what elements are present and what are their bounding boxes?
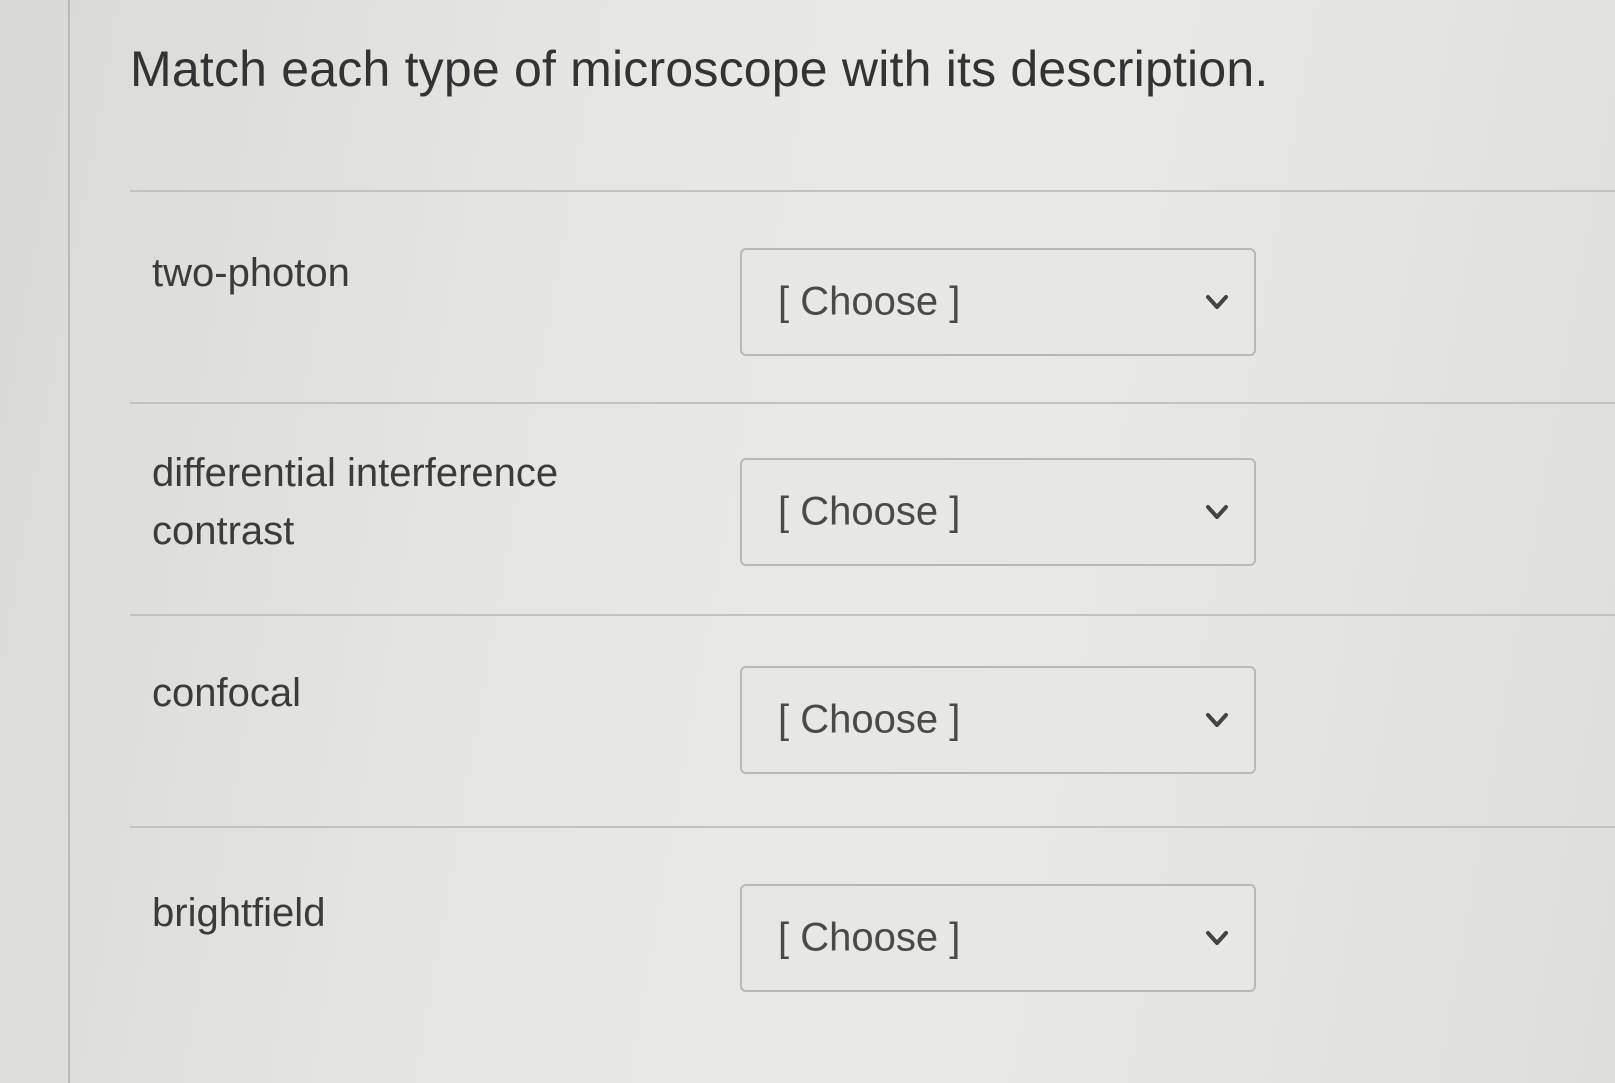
match-row-two-photon: two-photon [ Choose ] [140,190,1615,400]
match-row-dic: differential interference contrast [ Cho… [140,402,1615,612]
left-border [68,0,70,1083]
dropdown-value: [ Choose ] [778,279,961,324]
dropdown-value: [ Choose ] [778,697,961,742]
answer-dropdown[interactable]: [ Choose ] [740,248,1256,356]
term-label: differential interference contrast [152,451,559,553]
match-row-brightfield: brightfield [ Choose ] [140,826,1615,1036]
term-label: confocal [152,671,301,715]
answer-dropdown[interactable]: [ Choose ] [740,458,1256,566]
term-label: two-photon [152,251,350,295]
chevron-down-icon [1206,931,1228,945]
dropdown-value: [ Choose ] [778,489,961,534]
dropdown-value: [ Choose ] [778,915,961,960]
answer-dropdown[interactable]: [ Choose ] [740,884,1256,992]
question-title: Match each type of microscope with its d… [130,41,1269,97]
chevron-down-icon [1206,713,1228,727]
chevron-down-icon [1206,295,1228,309]
quiz-screen: Match each type of microscope with its d… [0,0,1615,1083]
chevron-down-icon [1206,505,1228,519]
answer-dropdown[interactable]: [ Choose ] [740,666,1256,774]
match-row-confocal: confocal [ Choose ] [140,614,1615,824]
term-label: brightfield [152,891,326,935]
